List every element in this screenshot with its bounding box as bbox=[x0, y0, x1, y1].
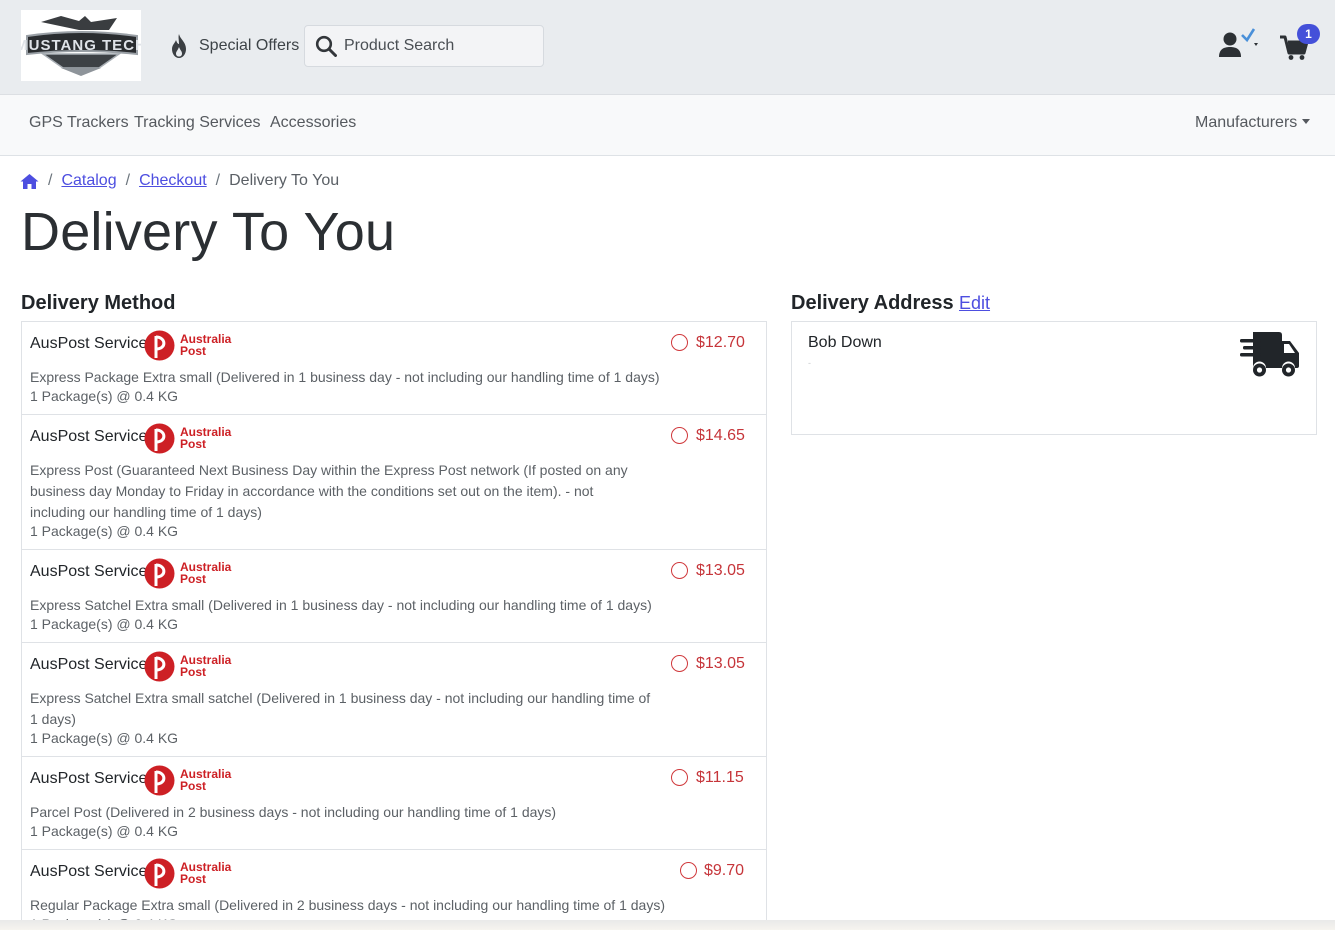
search-icon bbox=[315, 35, 337, 57]
caret-down-icon bbox=[1302, 119, 1311, 124]
option-price: $14.65 bbox=[696, 427, 745, 444]
australia-post-icon bbox=[144, 858, 175, 889]
breadcrumb-current: Delivery To You bbox=[229, 172, 340, 189]
page-title: Delivery To You bbox=[21, 202, 396, 262]
cart-count-badge: 1 bbox=[1297, 24, 1320, 44]
option-title: AusPost Service bbox=[30, 863, 148, 880]
australia-post-logo: Australia Post bbox=[144, 858, 234, 889]
nav-accessories[interactable]: Accessories bbox=[270, 114, 356, 132]
australia-post-logo: Australia Post bbox=[144, 765, 234, 796]
shipping-option[interactable]: AusPost Service Australia Post $13.05 Ex… bbox=[22, 550, 766, 643]
option-description: Express Satchel Extra small (Delivered i… bbox=[30, 597, 652, 613]
carrier-logo-text: Australia Post bbox=[180, 653, 232, 679]
option-packages: 1 Package(s) @ 0.4 KG bbox=[30, 523, 179, 539]
address-name: Bob Down bbox=[808, 334, 882, 351]
option-radio[interactable] bbox=[680, 862, 697, 879]
australia-post-icon bbox=[144, 558, 175, 589]
australia-post-logo: Australia Post bbox=[144, 330, 234, 361]
option-title: AusPost Service bbox=[30, 563, 148, 580]
page-bottom-edge bbox=[0, 920, 1335, 930]
option-description: Express Satchel Extra small satchel (Del… bbox=[30, 690, 651, 727]
address-line: - bbox=[808, 358, 811, 368]
nav-manufacturers-dropdown[interactable]: Manufacturers bbox=[1195, 114, 1311, 132]
site-logo[interactable]: MUSTANG TECH bbox=[21, 10, 141, 81]
product-search[interactable]: Product Search bbox=[304, 25, 544, 67]
edit-address-link[interactable]: Edit bbox=[959, 293, 990, 314]
delivery-method-list: AusPost Service Australia Post $12.70 Ex… bbox=[21, 321, 767, 930]
option-description: Express Package Extra small (Delivered i… bbox=[30, 369, 660, 385]
option-radio[interactable] bbox=[671, 769, 688, 786]
australia-post-icon bbox=[144, 651, 175, 682]
carrier-logo-text: Australia Post bbox=[180, 860, 232, 886]
breadcrumb: / Catalog / Checkout / Delivery To You bbox=[20, 171, 339, 191]
delivery-address-heading: Delivery Address bbox=[791, 292, 954, 314]
main-nav: GPS Trackers Tracking Services Accessori… bbox=[0, 95, 1335, 156]
account-check-icon bbox=[1219, 28, 1258, 57]
australia-post-logo: Australia Post bbox=[144, 651, 234, 682]
breadcrumb-separator: / bbox=[125, 172, 131, 189]
option-radio[interactable] bbox=[671, 562, 688, 579]
carrier-logo-text: Australia Post bbox=[180, 332, 232, 358]
option-packages: 1 Package(s) @ 0.4 KG bbox=[30, 616, 179, 632]
option-price: $9.70 bbox=[704, 862, 745, 879]
home-icon[interactable] bbox=[20, 173, 39, 190]
fire-icon bbox=[172, 34, 186, 58]
option-radio[interactable] bbox=[671, 655, 688, 672]
option-radio[interactable] bbox=[671, 334, 688, 351]
special-offers-label: Special Offers bbox=[199, 37, 300, 54]
account-button[interactable] bbox=[1218, 25, 1264, 63]
option-title: AusPost Service bbox=[30, 428, 148, 445]
option-description: Regular Package Extra small (Delivered i… bbox=[30, 897, 665, 913]
option-packages: 1 Package(s) @ 0.4 KG bbox=[30, 730, 179, 746]
option-price: $13.05 bbox=[696, 655, 745, 672]
top-header: MUSTANG TECH Special Offers Product Sear… bbox=[0, 0, 1335, 95]
shipping-option[interactable]: AusPost Service Australia Post $13.05 Ex… bbox=[22, 643, 766, 757]
breadcrumb-separator: / bbox=[48, 172, 53, 189]
option-description: Parcel Post (Delivered in 2 business day… bbox=[30, 804, 557, 820]
australia-post-icon bbox=[144, 765, 175, 796]
option-packages: 1 Package(s) @ 0.4 KG bbox=[30, 823, 179, 839]
shipping-option[interactable]: AusPost Service Australia Post $9.70 Reg… bbox=[22, 850, 766, 930]
logo-text: MUSTANG TECH bbox=[21, 37, 141, 54]
manufacturers-label: Manufacturers bbox=[1195, 114, 1298, 131]
option-title: AusPost Service bbox=[30, 770, 148, 787]
option-radio[interactable] bbox=[671, 427, 688, 444]
nav-gps-trackers[interactable]: GPS Trackers bbox=[29, 114, 129, 132]
carrier-logo-text: Australia Post bbox=[180, 767, 232, 793]
option-packages: 1 Package(s) @ 0.4 KG bbox=[30, 388, 179, 404]
option-title: AusPost Service bbox=[30, 656, 148, 673]
australia-post-logo: Australia Post bbox=[144, 423, 234, 454]
special-offers-link[interactable]: Special Offers bbox=[167, 31, 299, 61]
delivery-method-heading: Delivery Method bbox=[21, 292, 176, 314]
search-placeholder: Product Search bbox=[344, 37, 455, 54]
shipping-option[interactable]: AusPost Service Australia Post $12.70 Ex… bbox=[22, 322, 766, 415]
shipping-option[interactable]: AusPost Service Australia Post $14.65 Ex… bbox=[22, 415, 766, 550]
carrier-logo-text: Australia Post bbox=[180, 560, 232, 586]
option-price: $12.70 bbox=[696, 334, 745, 351]
breadcrumb-separator: / bbox=[215, 172, 221, 189]
australia-post-icon bbox=[144, 423, 175, 454]
mustang-logo-icon: MUSTANG TECH bbox=[21, 16, 141, 76]
delivery-truck-icon bbox=[1240, 332, 1299, 377]
australia-post-logo: Australia Post bbox=[144, 558, 234, 589]
shipping-option[interactable]: AusPost Service Australia Post $11.15 Pa… bbox=[22, 757, 766, 850]
option-description: Express Post (Guaranteed Next Business D… bbox=[30, 462, 628, 520]
carrier-logo-text: Australia Post bbox=[180, 425, 232, 451]
breadcrumb-catalog[interactable]: Catalog bbox=[61, 172, 116, 190]
breadcrumb-checkout[interactable]: Checkout bbox=[139, 172, 207, 190]
option-title: AusPost Service bbox=[30, 335, 148, 352]
delivery-address-card: Bob Down - bbox=[791, 321, 1317, 435]
nav-tracking-services[interactable]: Tracking Services bbox=[134, 114, 261, 132]
option-price: $11.15 bbox=[696, 769, 744, 786]
australia-post-icon bbox=[144, 330, 175, 361]
option-price: $13.05 bbox=[696, 562, 745, 579]
